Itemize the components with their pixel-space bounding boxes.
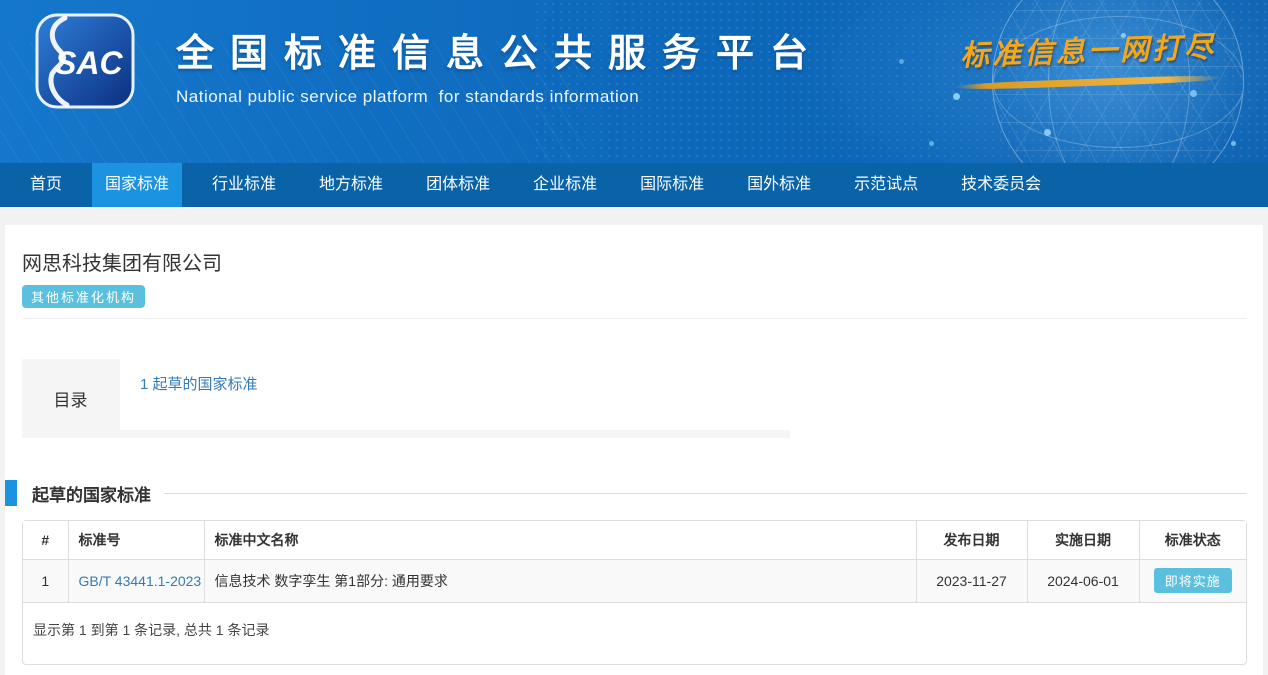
cell-standard-no: GB/T 43441.1-2023 bbox=[68, 559, 204, 602]
col-header-implement-date: 实施日期 bbox=[1027, 521, 1139, 559]
nav-item-enterprise-standards[interactable]: 企业标准 bbox=[520, 163, 610, 207]
standards-table-container: # 标准号 标准中文名称 发布日期 实施日期 标准状态 1 GB/T 43441… bbox=[22, 520, 1247, 665]
col-header-status: 标准状态 bbox=[1139, 521, 1246, 559]
section-line bbox=[164, 493, 1247, 494]
nav-item-technical-committee[interactable]: 技术委员会 bbox=[948, 163, 1054, 207]
org-name: 网思科技集团有限公司 bbox=[22, 247, 1247, 276]
section-marker bbox=[5, 480, 17, 506]
table-header-row: # 标准号 标准中文名称 发布日期 实施日期 标准状态 bbox=[23, 521, 1246, 559]
standards-table: # 标准号 标准中文名称 发布日期 实施日期 标准状态 1 GB/T 43441… bbox=[23, 521, 1246, 603]
col-header-publish-date: 发布日期 bbox=[916, 521, 1027, 559]
nav-item-national-standards[interactable]: 国家标准 bbox=[92, 163, 182, 207]
catalog-content: 1 起草的国家标准 bbox=[120, 359, 790, 430]
sac-logo[interactable]: SAC bbox=[35, 13, 135, 114]
col-header-standard-no: 标准号 bbox=[68, 521, 204, 559]
col-header-index: # bbox=[23, 521, 68, 559]
section-header: 起草的国家标准 bbox=[5, 480, 1247, 506]
svg-text:SAC: SAC bbox=[55, 45, 123, 81]
sac-logo-icon: SAC bbox=[35, 13, 135, 109]
site-title: 全国标准信息公共服务平台 bbox=[176, 22, 824, 77]
sparkle-dots bbox=[0, 0, 3, 3]
catalog-label: 目录 bbox=[22, 359, 119, 438]
org-type-badge: 其他标准化机构 bbox=[22, 285, 145, 308]
nav-item-group-standards[interactable]: 团体标准 bbox=[413, 163, 503, 207]
main-nav: 首页 国家标准 行业标准 地方标准 团体标准 企业标准 国际标准 国外标准 示范… bbox=[0, 163, 1268, 207]
nav-item-industry-standards[interactable]: 行业标准 bbox=[199, 163, 289, 207]
standard-no-link[interactable]: GB/T 43441.1-2023 bbox=[79, 573, 202, 589]
nav-item-foreign-standards[interactable]: 国外标准 bbox=[734, 163, 824, 207]
slogan-text: 标准信息一网打尽 bbox=[953, 23, 1222, 74]
nav-item-local-standards[interactable]: 地方标准 bbox=[306, 163, 396, 207]
content-panel: 网思科技集团有限公司 其他标准化机构 目录 1 起草的国家标准 起草的国家标准 bbox=[5, 225, 1263, 675]
catalog-link-drafted-standards[interactable]: 1 起草的国家标准 bbox=[140, 376, 258, 393]
page-body: 网思科技集团有限公司 其他标准化机构 目录 1 起草的国家标准 起草的国家标准 bbox=[0, 207, 1268, 675]
cell-implement-date: 2024-06-01 bbox=[1027, 559, 1139, 602]
status-badge: 即将实施 bbox=[1154, 568, 1232, 593]
cell-publish-date: 2023-11-27 bbox=[916, 559, 1027, 602]
table-summary: 显示第 1 到第 1 条记录, 总共 1 条记录 bbox=[23, 603, 1246, 664]
cell-status: 即将实施 bbox=[1139, 559, 1246, 602]
table-row: 1 GB/T 43441.1-2023 信息技术 数字孪生 第1部分: 通用要求… bbox=[23, 559, 1246, 602]
site-subtitle: National public service platform for sta… bbox=[176, 87, 824, 107]
section-title: 起草的国家标准 bbox=[32, 481, 151, 506]
slogan: 标准信息一网打尽 bbox=[954, 28, 1222, 86]
site-header: SAC 全国标准信息公共服务平台 National public service… bbox=[0, 0, 1268, 163]
nav-item-pilot-demo[interactable]: 示范试点 bbox=[841, 163, 931, 207]
col-header-standard-name: 标准中文名称 bbox=[204, 521, 916, 559]
catalog-panel: 目录 1 起草的国家标准 bbox=[22, 359, 790, 438]
nav-item-home[interactable]: 首页 bbox=[17, 163, 75, 207]
cell-index: 1 bbox=[23, 559, 68, 602]
cell-standard-name: 信息技术 数字孪生 第1部分: 通用要求 bbox=[204, 559, 916, 602]
org-divider bbox=[22, 318, 1247, 319]
nav-list: 首页 国家标准 行业标准 地方标准 团体标准 企业标准 国际标准 国外标准 示范… bbox=[0, 163, 1268, 207]
nav-item-international-standards[interactable]: 国际标准 bbox=[627, 163, 717, 207]
title-block: 全国标准信息公共服务平台 National public service pla… bbox=[176, 22, 824, 107]
